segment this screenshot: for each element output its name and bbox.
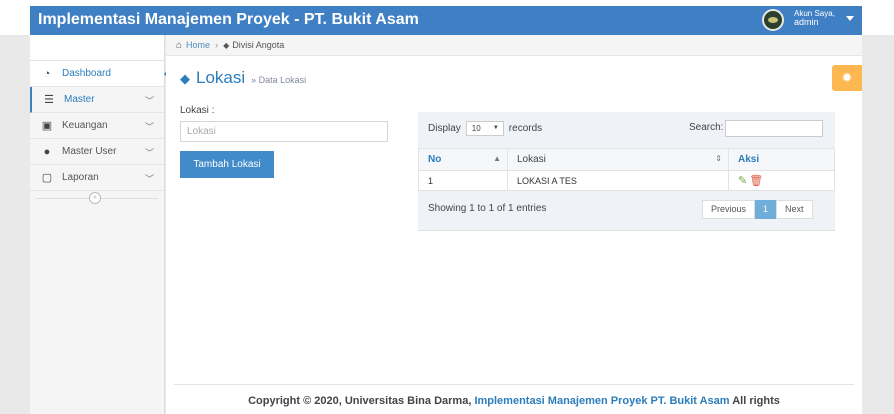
cell-aksi: ✎ 🗑 [728,170,835,191]
tachometer-icon: ◔ [43,67,51,80]
app-title: Implementasi Manajemen Proyek - PT. Buki… [38,11,419,28]
sidebar-item-label: Laporan [62,172,99,183]
tambah-lokasi-button[interactable]: Tambah Lokasi [180,151,274,178]
sidebar-item-master-user[interactable]: ● Master User ﹀ [30,139,164,165]
tag-icon: ◆ [223,40,230,50]
footer-rights: All rights [732,395,780,407]
page-title: Lokasi [196,68,246,87]
chevron-down-icon: ﹀ [144,122,154,132]
table-panel: Display 10 ▼ records Search: No ▲ Lokasi ⇕… [418,112,835,231]
main-content: ⌂ Home › ◆ Divisi Angota ◆ Lokasi » Data… [166,35,862,414]
home-icon: ⌂ [176,39,183,51]
column-header-lokasi[interactable]: Lokasi ⇕ [507,148,729,171]
user-icon: ● [43,145,51,158]
lokasi-table: No ▲ Lokasi ⇕ Aksi 1 LOKASI A TES ✎ 🗑 [418,148,835,191]
sidebar-item-label: Dashboard [62,68,111,79]
sidebar-item-dashboard[interactable]: ◔ Dashboard [30,61,172,87]
page-1-button[interactable]: 1 [755,200,777,219]
caret-down-icon[interactable] [846,16,854,21]
user-name: admin [794,17,819,27]
footer-copyright: Copyright © 2020, Universitas Bina Darma… [248,395,472,407]
length-control: Display 10 ▼ records [428,121,542,136]
sidebar-item-laporan[interactable]: ▢ Laporan ﹀ [30,165,164,191]
chevron-down-icon: ﹀ [144,96,154,106]
next-page-button[interactable]: Next [776,200,813,219]
cell-lokasi: LOKASI A TES [507,170,729,191]
money-icon: ▣ [41,120,53,132]
breadcrumb-separator: › [215,40,219,50]
sidebar-item-master[interactable]: ☰ Master ﹀ [30,87,164,113]
sidebar-shortcuts [30,35,164,61]
table-header-row: No ▲ Lokasi ⇕ Aksi [418,148,835,171]
column-header-aksi: Aksi [728,148,835,171]
lokasi-input[interactable] [180,121,388,142]
sidebar: ◔ Dashboard ☰ Master ﹀ ▣ Keuangan ﹀ ● Ma… [30,35,172,414]
column-header-label: No [428,154,442,165]
sidebar-item-label: Master [64,94,95,105]
trash-icon[interactable]: 🗑 [749,175,763,187]
user-menu[interactable]: Akun Saya, admin [794,9,835,27]
records-per-page-value: 10 [471,124,481,133]
records-per-page-select[interactable]: 10 ▼ [465,121,504,136]
lokasi-label: Lokasi : [180,105,215,116]
column-header-no[interactable]: No ▲ [418,148,508,171]
display-label: Display [428,123,461,134]
previous-page-button[interactable]: Previous [702,200,756,219]
list-icon: ☰ [44,94,54,106]
cell-no: 1 [418,170,508,191]
tag-icon: ◆ [180,71,190,86]
search-label: Search: [689,122,724,133]
breadcrumb: ⌂ Home › ◆ Divisi Angota [166,35,862,56]
search-input[interactable] [725,120,823,137]
records-label: records [508,123,543,134]
footer: Copyright © 2020, Universitas Bina Darma… [166,395,862,407]
chevron-down-icon: ﹀ [144,148,154,158]
sidebar-item-label: Keuangan [62,120,108,131]
column-header-label: Lokasi [517,154,546,165]
gear-icon: ✹ [841,70,853,85]
file-icon: ▢ [41,172,53,184]
pagination: Previous 1 Next [702,200,813,219]
collapse-sidebar-button[interactable]: « [89,192,101,204]
chevron-down-icon: ﹀ [144,174,154,184]
caret-down-icon: ▼ [492,125,499,131]
settings-button[interactable]: ✹ [832,65,862,91]
footer-app-link[interactable]: Implementasi Manajemen Proyek PT. Bukit … [474,395,729,407]
sort-icon: ⇕ [715,154,722,163]
footer-divider [174,384,854,385]
top-background: Implementasi Manajemen Proyek - PT. Buki… [0,0,894,35]
page-header: ◆ Lokasi » Data Lokasi [180,68,306,88]
sidebar-item-keuangan[interactable]: ▣ Keuangan ﹀ [30,113,164,139]
breadcrumb-current: Divisi Angota [232,40,285,50]
page-subtitle: » Data Lokasi [251,75,307,85]
column-header-label: Aksi [738,154,760,165]
sort-asc-icon: ▲ [493,154,501,163]
pencil-icon[interactable]: ✎ [738,175,747,187]
navbar: Implementasi Manajemen Proyek - PT. Buki… [30,6,862,35]
user-avatar[interactable] [762,9,784,31]
table-info: Showing 1 to 1 of 1 entries [428,203,547,214]
sidebar-collapse: « [30,191,164,205]
breadcrumb-home-link[interactable]: Home [186,40,210,50]
table-row: 1 LOKASI A TES ✎ 🗑 [418,170,835,191]
sidebar-item-label: Master User [62,146,117,157]
